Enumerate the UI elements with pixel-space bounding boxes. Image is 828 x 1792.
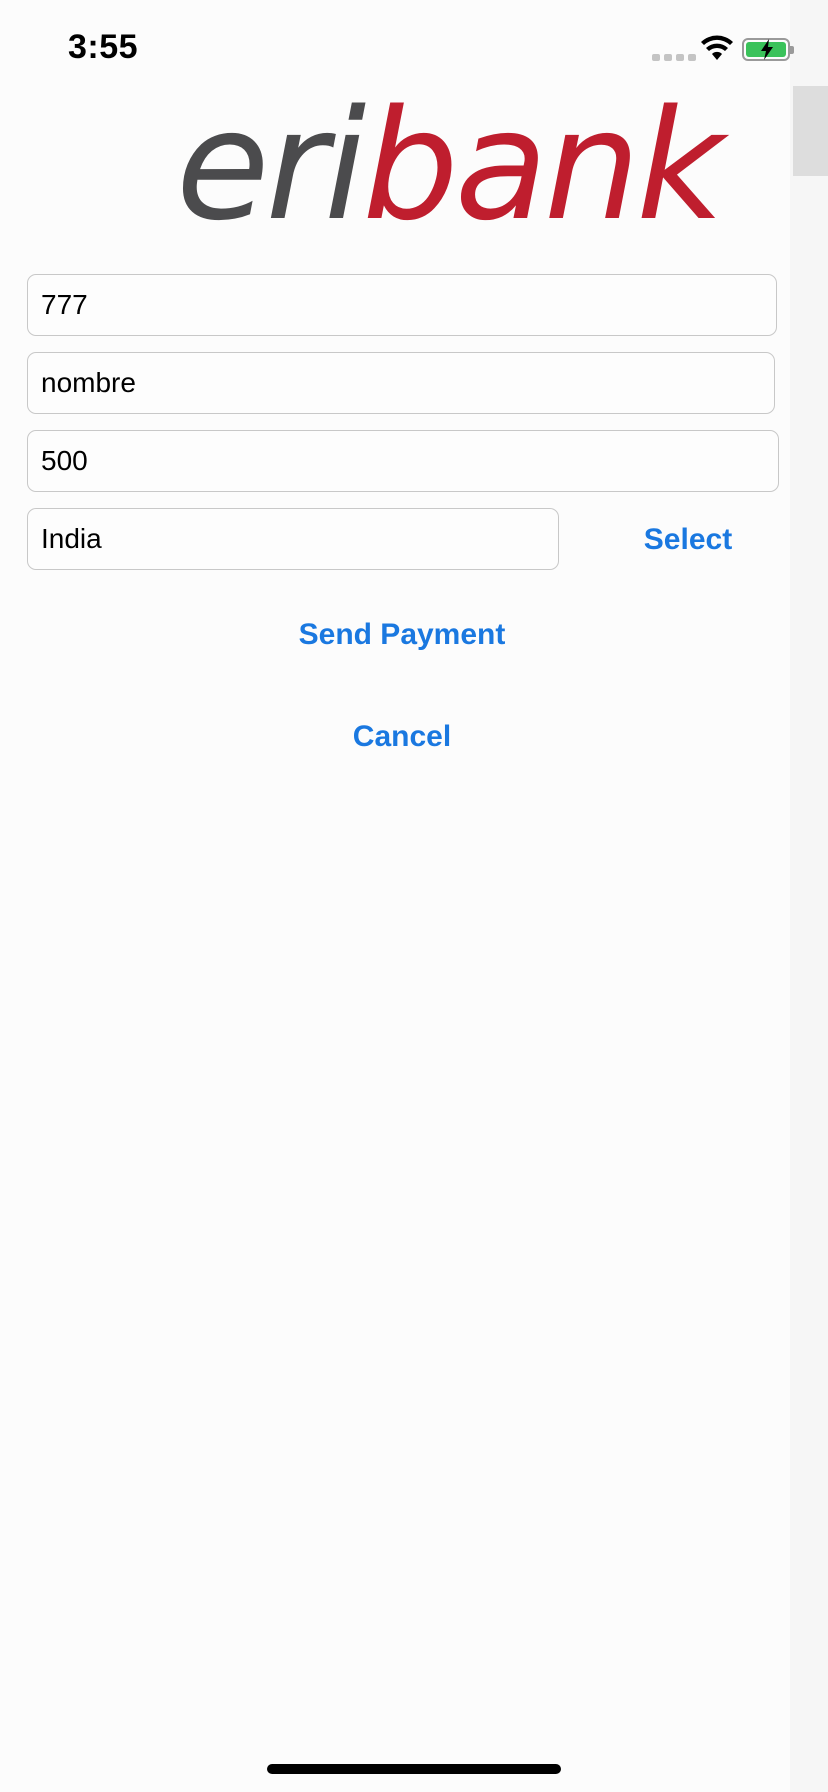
- name-input[interactable]: [41, 367, 774, 399]
- cellular-signal-icon: [652, 54, 696, 61]
- send-payment-button[interactable]: Send Payment: [252, 610, 552, 660]
- country-field[interactable]: [27, 508, 559, 570]
- phone-field[interactable]: [27, 274, 777, 336]
- scroll-track: [790, 0, 828, 1792]
- eribank-logo: eribank: [176, 90, 724, 242]
- charging-bolt-icon: [761, 39, 773, 60]
- cancel-button[interactable]: Cancel: [302, 712, 502, 762]
- wifi-icon: [701, 35, 733, 60]
- battery-icon: [742, 38, 794, 61]
- logo-bank: bank: [362, 77, 724, 254]
- select-country-button[interactable]: Select: [620, 516, 756, 564]
- country-input[interactable]: [41, 523, 558, 555]
- name-field[interactable]: [27, 352, 775, 414]
- phone-input[interactable]: [41, 289, 776, 321]
- send-payment-screen: 3:55 eribank Select Send Payment Cancel: [0, 0, 828, 1792]
- amount-input[interactable]: [41, 445, 778, 477]
- home-indicator[interactable]: [267, 1764, 561, 1774]
- amount-field[interactable]: [27, 430, 779, 492]
- logo-eri: eri: [176, 77, 366, 254]
- status-time: 3:55: [68, 28, 139, 66]
